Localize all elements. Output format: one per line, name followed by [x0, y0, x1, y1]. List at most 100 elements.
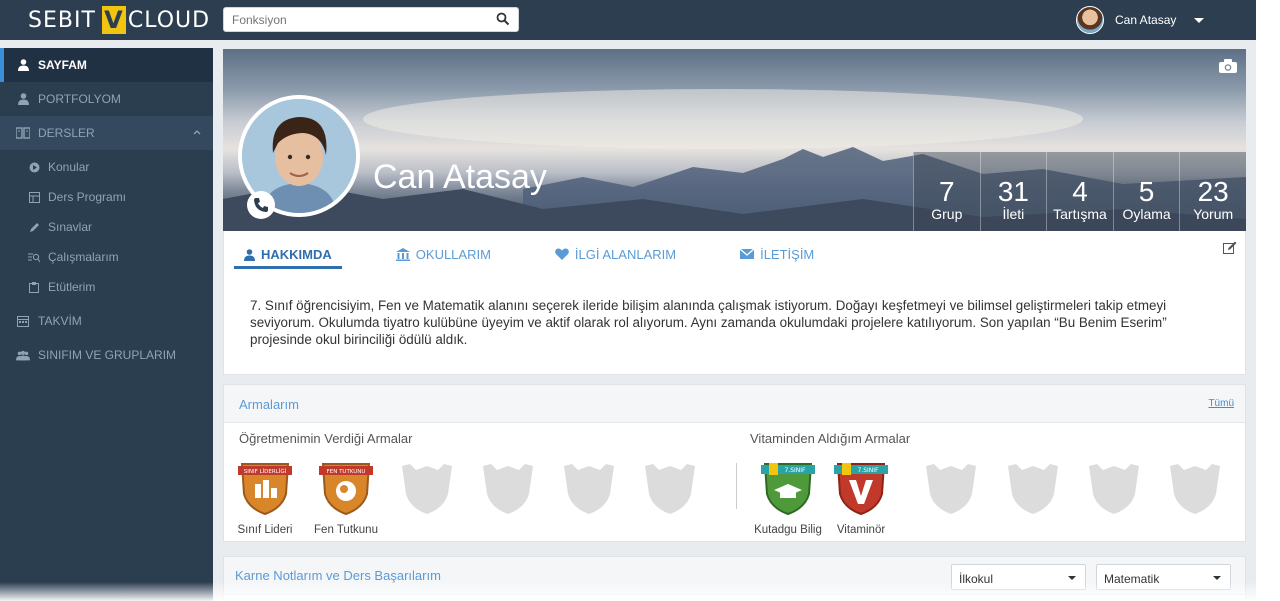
camera-icon[interactable]: [1219, 59, 1237, 73]
sidebar-subitem-label: Sınavlar: [48, 220, 93, 234]
sidebar-item-label: SAYFAM: [38, 58, 87, 72]
badges-all-link[interactable]: Tümü: [1208, 398, 1234, 409]
calendar-icon: [16, 314, 30, 328]
stat-tartisma[interactable]: 4 Tartışma: [1046, 152, 1113, 231]
stat-label: Oylama: [1122, 206, 1171, 222]
badges-panel: Armalarım Tümü Öğretmenimin Verdiği Arma…: [223, 384, 1246, 542]
user-name: Can Atasay: [1115, 13, 1177, 27]
sidebar-subitem-calismalarim[interactable]: Çalışmalarım: [0, 242, 213, 272]
about-panel: HAKKIMDA OKULLARIM İLGİ ALANLARIM İLETİŞ…: [223, 231, 1246, 375]
badge-ribbon-text: 7.SINIF: [784, 467, 806, 474]
sidebar-item-label: TAKVİM: [38, 314, 82, 328]
stat-label: İleti: [1002, 206, 1025, 222]
badge-placeholder: [397, 460, 457, 521]
badge-sinif-lideri[interactable]: SINIF LİDERLİĞİ Sınıf Lideri: [235, 460, 295, 536]
stat-label: Grup: [931, 206, 963, 222]
chevron-down-icon: [1068, 576, 1076, 580]
tab-label: HAKKIMDA: [261, 247, 332, 262]
edit-icon[interactable]: [1223, 241, 1237, 255]
shield-badge-icon: SINIF LİDERLİĞİ: [238, 463, 292, 516]
chevron-up-icon[interactable]: [193, 129, 201, 135]
tab-iletisim[interactable]: İLETİŞİM: [730, 243, 824, 265]
badge-placeholder: [1003, 460, 1063, 521]
shield-badge-icon: 7.SINIF: [761, 463, 815, 516]
user-icon: [244, 248, 255, 261]
tab-label: OKULLARIM: [415, 246, 491, 262]
sidebar-item-portfolyom[interactable]: PORTFOLYOM: [0, 82, 213, 116]
sidebar-subitem-label: Ders Programı: [48, 190, 127, 204]
teacher-badges-title: Öğretmenimin Verdiği Armalar: [239, 431, 413, 446]
stat-value: 5: [1138, 176, 1155, 207]
sidebar-subitem-label: Çalışmalarım: [48, 250, 119, 264]
group-icon: [16, 348, 30, 362]
sidebar-item-takvim[interactable]: TAKVİM: [0, 304, 213, 338]
dersler-submenu: Konular Ders Programı Sınavlar Çalışmala…: [0, 150, 213, 304]
tab-label: İLGİ ALANLARIM: [574, 246, 677, 262]
heart-icon: [555, 248, 569, 260]
badge-kutadgu-bilig[interactable]: 7.SINIF Kutadgu Bilig: [754, 460, 822, 536]
envelope-icon: [740, 249, 755, 259]
stat-grup[interactable]: 7 Grup: [913, 152, 980, 231]
stat-label: Tartışma: [1053, 206, 1107, 222]
badge-ribbon-text: 7.SINIF: [857, 467, 879, 474]
badge-placeholder: [640, 460, 700, 521]
user-avatar: [1076, 6, 1104, 34]
stat-yorum[interactable]: 23 Yorum: [1179, 152, 1246, 231]
profile-stats: 7 Grup 31 İleti 4 Tartışma 5 Oylama 23 Yorum: [913, 152, 1246, 231]
sidebar: SAYFAM PORTFOLYOM DERSLER Konular Ders P…: [0, 48, 213, 601]
badges-header: Armalarım Tümü: [224, 385, 1245, 423]
sidebar-item-label: PORTFOLYOM: [38, 92, 121, 106]
shield-badge-icon: 7.SINIF: [834, 463, 888, 516]
badge-section-divider: [736, 463, 737, 509]
chevron-down-icon[interactable]: [1194, 17, 1205, 23]
clipboard-icon: [28, 281, 40, 293]
book-icon: [16, 126, 30, 140]
top-navigation-bar: SEBIT V CLOUD Can Atasay: [0, 0, 1256, 40]
sebit-vcloud-logo[interactable]: SEBIT V CLOUD: [28, 6, 210, 34]
sidebar-subitem-sinavlar[interactable]: Sınavlar: [0, 212, 213, 242]
about-text: 7. Sınıf öğrencisiyim, Fen ve Matematik …: [250, 298, 1167, 347]
stat-label: Yorum: [1193, 206, 1234, 222]
search-box: [223, 7, 519, 32]
badge-placeholder: [478, 460, 538, 521]
profile-tabs: HAKKIMDA OKULLARIM İLGİ ALANLARIM İLETİŞ…: [234, 243, 868, 269]
shield-badge-icon: FEN TUTKUNU: [319, 463, 373, 516]
logo-text-left: SEBIT: [28, 7, 96, 33]
badge-placeholder: [921, 460, 981, 521]
bottom-fade: [0, 582, 1280, 601]
pencil-icon: [28, 221, 40, 233]
sidebar-item-sayfam[interactable]: SAYFAM: [0, 48, 213, 82]
search-icon[interactable]: [496, 12, 510, 26]
search-input[interactable]: [224, 8, 484, 31]
user-icon: [16, 58, 30, 72]
grades-title: Karne Notlarım ve Ders Başarılarım: [235, 568, 441, 583]
badge-placeholder: [559, 460, 619, 521]
list-search-icon: [28, 251, 40, 263]
stat-ileti[interactable]: 31 İleti: [979, 152, 1047, 231]
stat-value: 23: [1197, 176, 1229, 207]
phone-icon[interactable]: [247, 191, 275, 219]
tab-ilgi-alanlarim[interactable]: İLGİ ALANLARIM: [545, 243, 686, 265]
tab-hakkimda[interactable]: HAKKIMDA: [234, 243, 342, 269]
badge-ribbon-text: SINIF LİDERLİĞİ: [244, 468, 287, 475]
badge-ribbon-text: FEN TUTKUNU: [327, 469, 366, 475]
tab-label: İLETİŞİM: [760, 246, 815, 262]
window-scroll-area: [1256, 0, 1280, 601]
user-menu[interactable]: Can Atasay: [1076, 5, 1205, 35]
sidebar-item-dersler[interactable]: DERSLER: [0, 116, 213, 150]
badge-fen-tutkunu[interactable]: FEN TUTKUNU Fen Tutkunu: [314, 460, 378, 536]
school-icon: [395, 247, 410, 261]
badge-caption: Vitaminör: [836, 524, 886, 536]
stat-value: 31: [997, 176, 1029, 207]
badge-caption: Fen Tutkunu: [314, 524, 378, 536]
stat-value: 4: [1072, 176, 1088, 207]
tab-okullarim[interactable]: OKULLARIM: [386, 243, 501, 265]
sidebar-subitem-ders-programi[interactable]: Ders Programı: [0, 182, 213, 212]
sidebar-subitem-konular[interactable]: Konular: [0, 152, 213, 182]
sidebar-subitem-label: Etütlerim: [48, 280, 96, 294]
badge-vitaminor[interactable]: 7.SINIF Vitaminör: [831, 460, 891, 536]
stat-oylama[interactable]: 5 Oylama: [1112, 152, 1180, 231]
sidebar-subitem-etutlerim[interactable]: Etütlerim: [0, 272, 213, 302]
sidebar-item-sinifim-ve-gruplarim[interactable]: SINIFIM VE GRUPLARIM: [0, 338, 213, 372]
badges-title: Armalarım: [239, 397, 299, 412]
